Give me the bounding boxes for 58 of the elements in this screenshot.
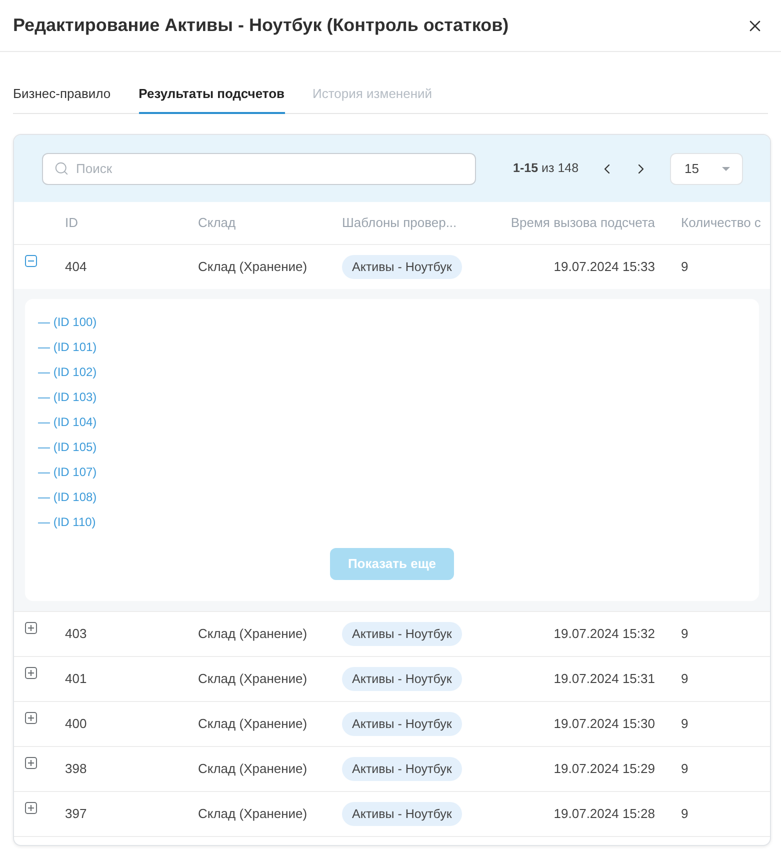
pagination-range: 1-15 из 148 bbox=[513, 160, 579, 178]
plus-square-icon[interactable] bbox=[25, 667, 37, 679]
child-link[interactable]: — (ID 104) bbox=[38, 410, 97, 435]
plus-square-icon[interactable] bbox=[25, 802, 37, 814]
table-cell: 404 bbox=[65, 259, 87, 274]
table-cell: 403 bbox=[65, 626, 87, 642]
template-tag: Активы - Ноутбук bbox=[342, 666, 462, 692]
page-size-select[interactable]: 15 bbox=[670, 152, 743, 184]
table-cell: 9 bbox=[681, 761, 688, 776]
table-cell-text: 19.07.2024 15:29 bbox=[554, 760, 655, 778]
table-cell: 400 bbox=[65, 716, 87, 732]
dialog-title: Редактирование Активы - Ноутбук (Контроль остатков) bbox=[13, 14, 509, 37]
template-tag: Активы - Ноутбук bbox=[342, 254, 462, 280]
child-link[interactable]: — (ID 101) bbox=[38, 335, 97, 360]
table-cell: Склад (Хранение) bbox=[198, 626, 308, 642]
table-cell-text: 19.07.2024 15:31 bbox=[554, 670, 655, 688]
table-cell-text: 19.07.2024 15:32 bbox=[554, 625, 655, 644]
table-cell-text: 19.07.2024 15:30 bbox=[554, 715, 655, 734]
column-header: Склад bbox=[198, 215, 236, 230]
table-cell: 398 bbox=[65, 761, 87, 776]
child-link[interactable]: — (ID 103) bbox=[38, 385, 97, 410]
table-cell: Склад (Хранение) bbox=[198, 806, 308, 822]
table-cell: Склад (Хранение) bbox=[198, 761, 308, 776]
column-header: ID bbox=[65, 215, 78, 230]
table-cell: 401 bbox=[65, 671, 87, 686]
table-cell-text: 19.07.2024 15:33 bbox=[554, 258, 655, 276]
template-tag: Активы - Ноутбук bbox=[342, 802, 462, 826]
table-cell: 9 bbox=[681, 671, 688, 686]
tab[interactable]: Результаты подсчетов bbox=[138, 79, 285, 114]
template-tag: Активы - Ноутбук bbox=[342, 622, 462, 646]
table-cell: 9 bbox=[681, 259, 688, 274]
template-tag: Активы - Ноутбук bbox=[342, 712, 462, 736]
search-icon bbox=[54, 160, 69, 176]
column-header: Шаблоны провер... bbox=[342, 215, 457, 230]
plus-square-icon[interactable] bbox=[25, 757, 37, 769]
table-cell: Склад (Хранение) bbox=[198, 259, 308, 274]
table-cell: Склад (Хранение) bbox=[198, 716, 308, 732]
child-link[interactable]: — (ID 108) bbox=[38, 485, 97, 510]
child-link[interactable]: — (ID 107) bbox=[38, 460, 97, 485]
table-cell: 397 bbox=[65, 806, 87, 822]
minus-square-icon[interactable] bbox=[25, 255, 37, 267]
column-header: Количество с bbox=[681, 215, 761, 230]
child-link[interactable]: — (ID 110) bbox=[38, 510, 96, 535]
plus-square-icon[interactable] bbox=[25, 622, 37, 634]
table-cell-text: 19.07.2024 15:28 bbox=[554, 805, 655, 824]
child-link[interactable]: — (ID 105) bbox=[38, 435, 97, 460]
column-header: Время вызова подсчета bbox=[510, 214, 655, 232]
table-cell: Склад (Хранение) bbox=[198, 671, 308, 686]
template-tag: Активы - Ноутбук bbox=[342, 756, 462, 782]
table-cell: 9 bbox=[681, 716, 688, 732]
child-link[interactable]: — (ID 100) bbox=[38, 310, 97, 335]
caret-down-icon bbox=[722, 166, 730, 170]
plus-square-icon[interactable] bbox=[25, 712, 37, 724]
table-cell: 9 bbox=[681, 806, 688, 822]
tab[interactable]: Бизнес-правило bbox=[13, 79, 111, 114]
search-field[interactable]: Поиск bbox=[42, 152, 476, 184]
child-link[interactable]: — (ID 102) bbox=[38, 360, 97, 385]
table-cell: 9 bbox=[681, 626, 688, 642]
